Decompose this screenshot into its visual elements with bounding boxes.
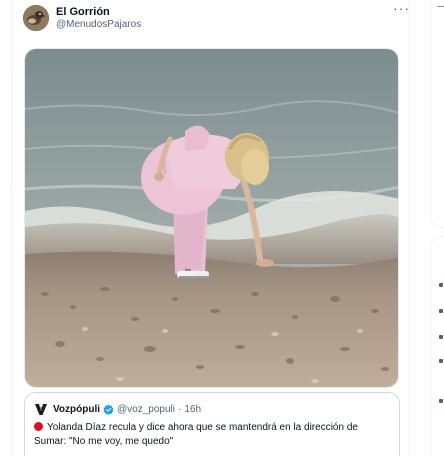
avatar-bird-image [23, 5, 49, 31]
tweet-header: El Gorrión @MenudosPajaros [23, 4, 141, 32]
beach-photo-image [25, 49, 398, 387]
rail-dot-icon [439, 335, 443, 339]
quoted-tweet-text: Yolanda Díaz recula y dice ahora que se … [34, 421, 390, 449]
red-circle-emoji-icon [34, 422, 43, 431]
right-rail-card-top[interactable]: — [430, 0, 444, 228]
right-rail-card-bottom[interactable] [430, 236, 444, 456]
quoted-separator: · [178, 403, 182, 415]
tweet-photo[interactable] [24, 48, 399, 388]
quoted-tweet[interactable]: Vozpópuli @voz_populi · 16h Yolanda Díaz… [24, 392, 400, 456]
rail-dot-icon [439, 399, 443, 403]
author-handle[interactable]: @MenudosPajaros [56, 19, 141, 31]
quoted-timestamp[interactable]: 16h [184, 404, 201, 415]
rail-dot-icon [439, 309, 443, 313]
quoted-tweet-body: Yolanda Díaz recula y dice ahora que se … [34, 422, 358, 447]
vozpopuli-logo-icon [34, 402, 48, 416]
quoted-tweet-header: Vozpópuli @voz_populi · 16h [34, 402, 201, 416]
rail-dot-icon [439, 359, 443, 363]
verified-badge-icon [103, 404, 114, 415]
rail-dot-icon [439, 283, 443, 287]
author-name[interactable]: El Gorrión [56, 6, 141, 19]
more-options-button[interactable]: ··· [393, 1, 411, 15]
quoted-author-handle[interactable]: @voz_populi [117, 404, 175, 415]
avatar[interactable] [23, 5, 49, 31]
author-block: El Gorrión @MenudosPajaros [56, 6, 141, 31]
quoted-author-name[interactable]: Vozpópuli [53, 404, 100, 415]
right-rail-fragment: — [437, 1, 444, 12]
